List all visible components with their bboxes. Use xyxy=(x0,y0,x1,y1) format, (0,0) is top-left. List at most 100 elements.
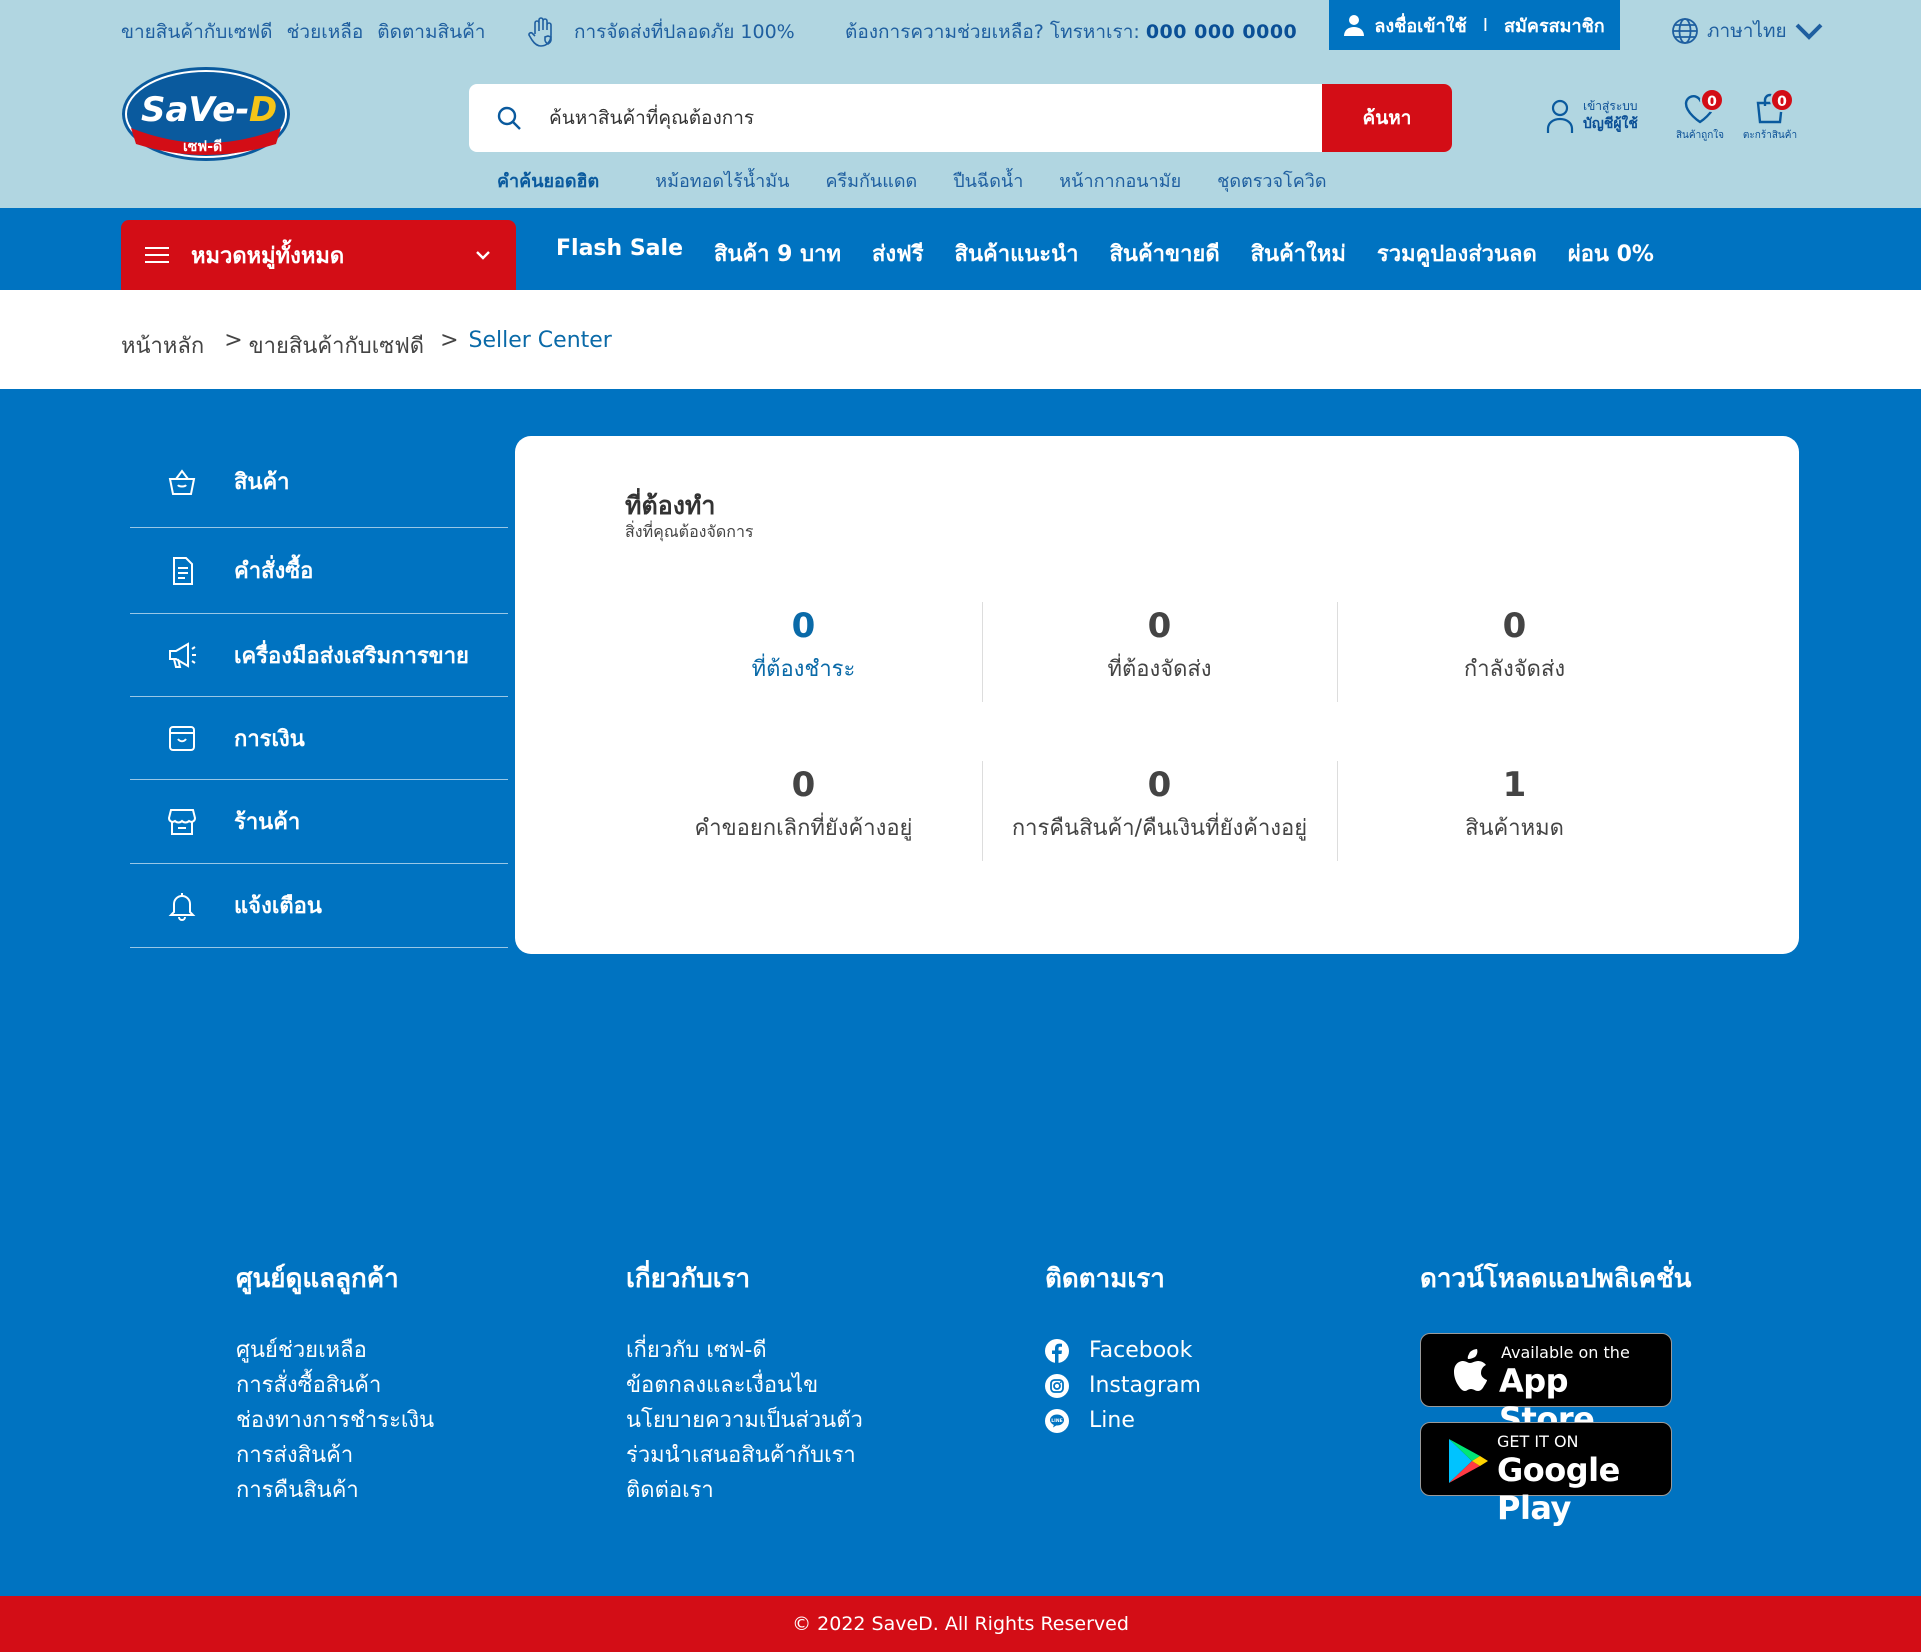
app-store-button[interactable]: Available on the App Store xyxy=(1420,1333,1672,1438)
facebook-label: Facebook xyxy=(1089,1338,1193,1363)
svg-text:D: D xyxy=(249,90,277,130)
footer-link[interactable]: ช่องทางการชำระเงิน xyxy=(236,1403,434,1438)
account-line1: เข้าสู่ระบบ xyxy=(1583,99,1638,114)
footer-heading: ศูนย์ดูแลลูกค้า xyxy=(236,1264,399,1294)
wishlist-button[interactable]: 0 สินค้าถูกใจ xyxy=(1670,88,1730,143)
stat-label: คำขอยกเลิกที่ยังค้างอยู่ xyxy=(694,816,913,842)
nav-flash-sale[interactable]: Flash Sale xyxy=(556,236,683,271)
sidebar-item-finance[interactable]: การเงิน xyxy=(130,697,508,780)
stat-label: การคืนสินค้า/คืนเงินที่ยังค้างอยู่ xyxy=(1011,816,1308,842)
nav-installment[interactable]: ผ่อน 0% xyxy=(1568,236,1654,271)
account-line2: บัญชีผู้ใช้ xyxy=(1583,115,1638,132)
hot-term[interactable]: หม้อทอดไร้น้ำมัน xyxy=(655,166,789,195)
nav-new-products[interactable]: สินค้าใหม่ xyxy=(1251,236,1346,271)
breadcrumb: หน้าหลัก > ขายสินค้ากับเซฟดี > Seller Ce… xyxy=(0,290,1921,389)
stat-shipping[interactable]: 0 กำลังจัดส่ง xyxy=(1337,602,1692,702)
footer-link[interactable]: ข้อตกลงและเงื่อนไข xyxy=(626,1368,863,1403)
chevron-down-icon xyxy=(476,251,490,260)
language-label: ภาษาไทย xyxy=(1707,20,1787,42)
line-link[interactable]: LINE Line xyxy=(1045,1403,1201,1438)
svg-text:เซฟ-ดี: เซฟ-ดี xyxy=(183,139,222,155)
stat-value: 1 xyxy=(1502,765,1527,805)
sidebar-item-notifications[interactable]: แจ้งเตือน xyxy=(130,864,508,948)
stat-out-of-stock[interactable]: 1 สินค้าหมด xyxy=(1337,761,1692,861)
copyright-bar: © 2022 SaveD. All Rights Reserved xyxy=(0,1596,1921,1652)
search-input[interactable] xyxy=(549,84,1322,152)
sidebar-item-marketing-tools[interactable]: เครื่องมือส่งเสริมการขาย xyxy=(130,614,508,697)
login-link[interactable]: ลงชื่อเข้าใช้ xyxy=(1374,11,1466,40)
google-play-icon xyxy=(1449,1439,1488,1483)
sidebar-item-label: การเงิน xyxy=(234,726,305,752)
account-button[interactable]: เข้าสู่ระบบ บัญชีผู้ใช้ xyxy=(1545,98,1638,134)
saved-logo[interactable]: SaVe- D เซฟ-ดี xyxy=(121,66,291,162)
footer-link[interactable]: การคืนสินค้า xyxy=(236,1473,434,1508)
footer-link[interactable]: การสั่งซื้อสินค้า xyxy=(236,1368,434,1403)
sidebar-item-products[interactable]: สินค้า xyxy=(130,436,508,528)
stat-label: ที่ต้องชำระ xyxy=(751,657,856,683)
sidebar-item-orders[interactable]: คำสั่งซื้อ xyxy=(130,528,508,614)
footer-link[interactable]: ติดต่อเรา xyxy=(626,1473,863,1508)
nav-free-shipping[interactable]: ส่งฟรี xyxy=(872,236,924,271)
footer-link[interactable]: เกี่ยวกับ เซฟ-ดี xyxy=(626,1333,863,1368)
instagram-label: Instagram xyxy=(1089,1373,1201,1398)
stat-pending-return[interactable]: 0 การคืนสินค้า/คืนเงินที่ยังค้างอยู่ xyxy=(982,761,1337,861)
search-button[interactable]: ค้นหา xyxy=(1322,84,1452,152)
language-selector[interactable]: ภาษาไทย xyxy=(1671,16,1823,46)
shop-icon xyxy=(167,808,197,835)
footer-heading: ติดตามเรา xyxy=(1045,1264,1165,1294)
nav-9-baht[interactable]: สินค้า 9 บาท xyxy=(714,236,841,271)
stat-to-pay[interactable]: 0 ที่ต้องชำระ xyxy=(626,602,981,702)
hot-search-terms: คำค้นยอดฮิต หม้อทอดไร้น้ำมัน ครีมกันแดด … xyxy=(497,166,1327,195)
main-nav: หมวดหมู่ทั้งหมด Flash Sale สินค้า 9 บาท … xyxy=(0,208,1921,290)
hand-shield-icon xyxy=(528,17,552,47)
footer-link[interactable]: การส่งสินค้า xyxy=(236,1438,434,1473)
hot-term[interactable]: ครีมกันแดด xyxy=(825,166,917,195)
register-link[interactable]: สมัครสมาชิก xyxy=(1504,11,1605,40)
help-text: ต้องการความช่วยเหลือ? โทรหาเรา: xyxy=(845,21,1140,43)
footer-customer-care: ศูนย์ดูแลลูกค้า ศูนย์ช่วยเหลือ การสั่งซื… xyxy=(236,1258,434,1508)
nav-best-sellers[interactable]: สินค้าขายดี xyxy=(1110,236,1220,271)
nav-recommended[interactable]: สินค้าแนะนำ xyxy=(955,236,1079,271)
help-link[interactable]: ช่วยเหลือ xyxy=(287,17,364,47)
breadcrumb-separator: > xyxy=(224,328,243,353)
track-order-link[interactable]: ติดตามสินค้า xyxy=(377,17,485,47)
megaphone-icon xyxy=(169,642,196,668)
facebook-icon xyxy=(1045,1338,1069,1363)
hot-term[interactable]: ปืนฉีดน้ำ xyxy=(953,166,1023,195)
safe-delivery: การจัดส่งที่ปลอดภัย 100% xyxy=(526,14,795,50)
hot-term[interactable]: ชุดตรวจโควิด xyxy=(1217,166,1326,195)
cart-button[interactable]: 0 ตะกร้าสินค้า xyxy=(1740,88,1800,143)
breadcrumb-home[interactable]: หน้าหลัก xyxy=(121,328,204,363)
hot-term[interactable]: หน้ากากอนามัย xyxy=(1059,166,1181,195)
nav-coupons[interactable]: รวมคูปองส่วนลด xyxy=(1377,236,1537,271)
hot-search-title: คำค้นยอดฮิต xyxy=(497,171,600,192)
footer-link[interactable]: ร่วมนำเสนอสินค้ากับเรา xyxy=(626,1438,863,1473)
sidebar-item-shop[interactable]: ร้านค้า xyxy=(130,780,508,864)
sell-with-saved-link[interactable]: ขายสินค้ากับเซฟดี xyxy=(121,17,273,47)
phone-number[interactable]: 000 000 0000 xyxy=(1146,21,1297,43)
breadcrumb-separator: > xyxy=(440,328,459,353)
footer-link[interactable]: นโยบายความเป็นส่วนตัว xyxy=(626,1403,863,1438)
stat-value: 0 xyxy=(791,606,816,646)
search-bar: ค้นหา xyxy=(469,84,1452,152)
basket-icon xyxy=(168,468,196,495)
user-outline-icon xyxy=(1546,99,1574,133)
app-store-small: Available on the xyxy=(1501,1343,1630,1362)
bell-icon xyxy=(168,892,196,921)
instagram-link[interactable]: Instagram xyxy=(1045,1368,1201,1403)
all-categories-button[interactable]: หมวดหมู่ทั้งหมด xyxy=(121,220,516,290)
google-play-button[interactable]: GET IT ON Google Play xyxy=(1420,1422,1672,1527)
facebook-link[interactable]: Facebook xyxy=(1045,1333,1201,1368)
stat-value: 0 xyxy=(1147,765,1172,805)
svg-text:LINE: LINE xyxy=(1051,1418,1062,1424)
footer-link[interactable]: ศูนย์ช่วยเหลือ xyxy=(236,1333,434,1368)
todo-subtitle: สิ่งที่คุณต้องจัดการ xyxy=(625,522,754,541)
stat-pending-cancel[interactable]: 0 คำขอยกเลิกที่ยังค้างอยู่ xyxy=(626,761,981,861)
stat-to-ship[interactable]: 0 ที่ต้องจัดส่ง xyxy=(982,602,1337,702)
footer-about: เกี่ยวกับเรา เกี่ยวกับ เซฟ-ดี ข้อตกลงและ… xyxy=(626,1258,863,1508)
breadcrumb-sell[interactable]: ขายสินค้ากับเซฟดี xyxy=(249,328,424,363)
sidebar-item-label: ร้านค้า xyxy=(234,810,301,835)
order-list-icon xyxy=(173,556,193,585)
footer-follow: ติดตามเรา Facebook Instagram LINE Line xyxy=(1045,1258,1201,1438)
cart-label: ตะกร้าสินค้า xyxy=(1742,130,1798,141)
